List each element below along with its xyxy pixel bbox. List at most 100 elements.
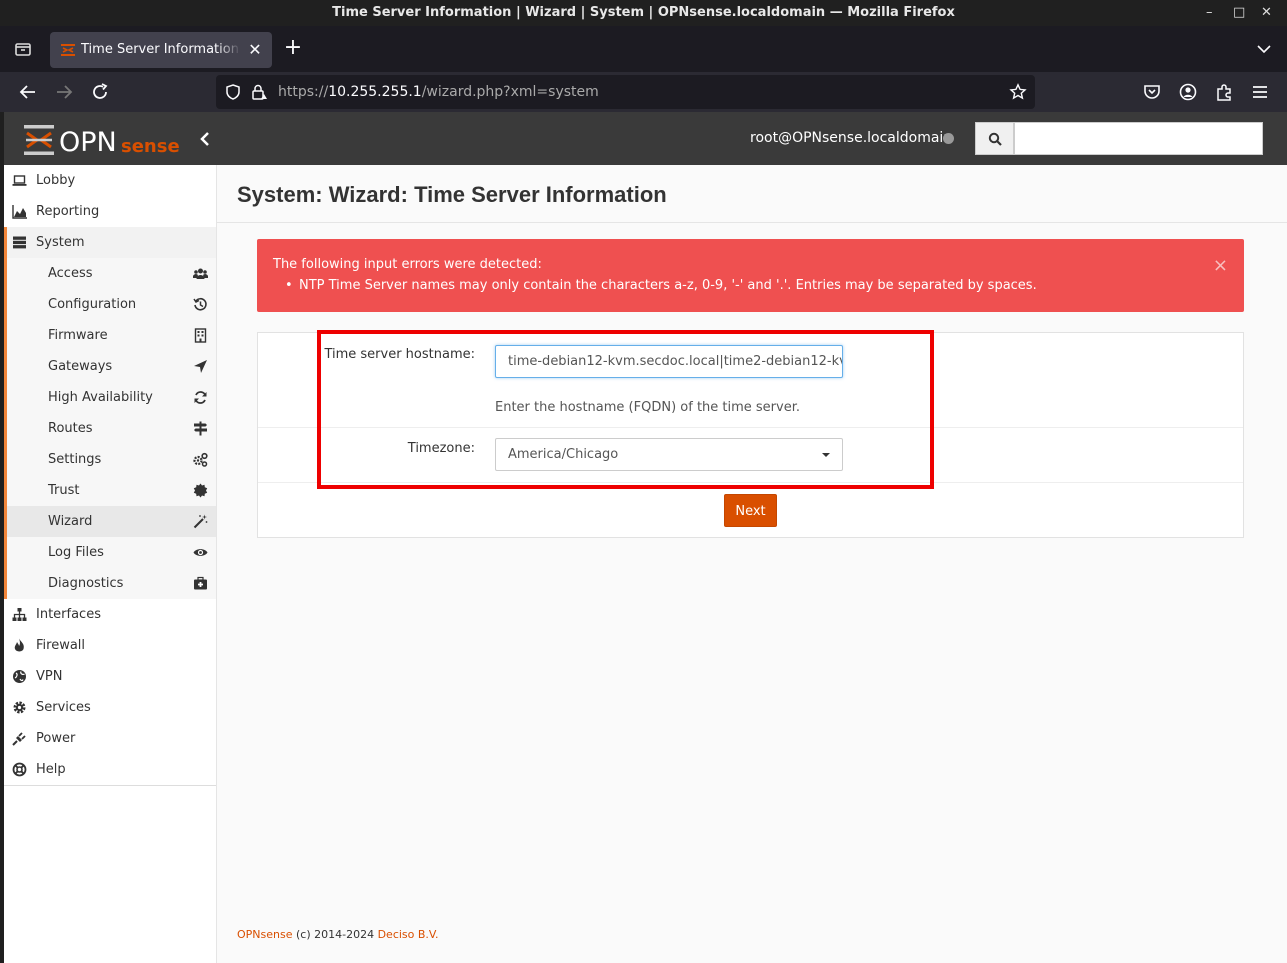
footer-brand-link[interactable]: OPNsense <box>237 928 293 941</box>
tab-list-icon[interactable] <box>14 40 32 58</box>
medkit-icon <box>194 576 207 590</box>
cogs-icon <box>193 452 208 467</box>
back-arrow-icon[interactable] <box>17 81 39 103</box>
location-arrow-icon <box>194 360 207 373</box>
alert-close-icon[interactable]: × <box>1213 255 1228 276</box>
history-icon <box>193 297 207 311</box>
plug-icon <box>12 732 26 746</box>
page-title: System: Wizard: Time Server Information <box>237 182 667 207</box>
sidebar-item-services[interactable]: Services <box>4 692 216 723</box>
opnsense-favicon-icon <box>61 44 75 56</box>
reload-icon[interactable] <box>89 81 111 103</box>
url-text[interactable]: https://10.255.255.1/wizard.php?xml=syst… <box>278 75 599 109</box>
timezone-select[interactable]: America/Chicago <box>495 438 843 471</box>
hostname-input[interactable]: time-debian12-kvm.secdoc.local|time2-deb… <box>495 345 843 378</box>
hostname-label: Time server hostname: <box>324 347 475 362</box>
globe-icon <box>13 670 26 683</box>
sidebar-item-diagnostics[interactable]: Diagnostics <box>4 568 216 599</box>
pocket-icon[interactable] <box>1141 81 1163 103</box>
new-tab-button[interactable]: + <box>282 37 304 60</box>
chevron-down-icon[interactable] <box>1255 40 1273 58</box>
page-title-bar: System: Wizard: Time Server Information <box>217 165 1287 223</box>
sitemap-icon <box>12 608 27 621</box>
sidebar-divider <box>4 785 216 786</box>
cog-icon <box>13 701 26 714</box>
logged-in-user[interactable]: root@OPNsense.localdomain <box>750 112 952 165</box>
alert-bullet: • <box>285 278 293 293</box>
area-chart-icon <box>12 205 27 219</box>
bookmark-star-icon[interactable] <box>1009 83 1027 101</box>
navigation-toolbar: https://10.255.255.1/wizard.php?xml=syst… <box>0 72 1287 112</box>
maximize-button[interactable]: □ <box>1233 0 1245 26</box>
svg-text:sense: sense <box>121 136 179 156</box>
url-bar[interactable]: https://10.255.255.1/wizard.php?xml=syst… <box>216 75 1035 109</box>
footer: OPNsense (c) 2014-2024 Deciso B.V. <box>237 928 439 941</box>
sidebar-item-settings[interactable]: Settings <box>4 444 216 475</box>
next-button[interactable]: Next <box>724 494 777 527</box>
alert-heading: The following input errors were detected… <box>273 257 542 272</box>
error-alert: The following input errors were detected… <box>257 239 1244 312</box>
browser-tab[interactable]: Time Server Information | Wizard | Syste… <box>50 32 272 68</box>
alert-message: NTP Time Server names may only contain t… <box>299 278 1037 293</box>
window-title: Time Server Information | Wizard | Syste… <box>332 5 955 20</box>
tab-close-icon[interactable]: ✕ <box>246 41 264 59</box>
minimize-button[interactable]: – <box>1206 0 1213 26</box>
sidebar-item-configuration[interactable]: Configuration <box>4 289 216 320</box>
footer-company-link[interactable]: Deciso B.V. <box>378 928 439 941</box>
account-icon[interactable] <box>1177 81 1199 103</box>
footer-copyright: (c) 2014-2024 <box>292 928 378 941</box>
svg-text:OPN: OPN <box>59 127 117 156</box>
fire-icon <box>14 638 24 652</box>
opnsense-logo[interactable]: OPN sense <box>24 124 179 156</box>
caret-down-icon <box>822 453 830 457</box>
sidebar-item-help[interactable]: Help <box>4 754 216 785</box>
hamburger-menu-icon[interactable] <box>1249 81 1271 103</box>
laptop-icon <box>12 175 27 186</box>
extensions-icon[interactable] <box>1213 81 1235 103</box>
hostname-row: Time server hostname: time-debian12-kvm.… <box>258 333 1243 428</box>
forward-arrow-icon[interactable] <box>53 81 75 103</box>
sidebar-item-gateways[interactable]: Gateways <box>4 351 216 382</box>
sidebar-item-interfaces[interactable]: Interfaces <box>4 599 216 630</box>
timezone-row: Timezone: America/Chicago <box>258 428 1243 483</box>
life-ring-icon <box>12 762 27 777</box>
refresh-icon <box>194 391 207 404</box>
search-input[interactable] <box>1014 122 1263 155</box>
sidebar-item-routes[interactable]: Routes <box>4 413 216 444</box>
sidebar-item-vpn[interactable]: VPN <box>4 661 216 692</box>
wizard-form: Time server hostname: time-debian12-kvm.… <box>257 332 1244 538</box>
opnsense-header: OPN sense root@OPNsense.localdomain <box>4 112 1287 165</box>
sidebar-item-wizard[interactable]: Wizard <box>4 506 216 537</box>
search-icon <box>988 132 1002 146</box>
sidebar-item-high-availability[interactable]: High Availability <box>4 382 216 413</box>
sidebar-item-log-files[interactable]: Log Files <box>4 537 216 568</box>
sidebar: Lobby Reporting System Access Configurat… <box>4 165 217 963</box>
timezone-label: Timezone: <box>407 441 475 456</box>
magic-icon <box>193 514 208 529</box>
sidebar-item-trust[interactable]: Trust <box>4 475 216 506</box>
sidebar-item-reporting[interactable]: Reporting <box>4 196 216 227</box>
sidebar-item-firewall[interactable]: Firewall <box>4 630 216 661</box>
window-title-bar: Time Server Information | Wizard | Syste… <box>0 0 1287 26</box>
chevron-left-icon[interactable] <box>198 130 212 148</box>
eye-icon <box>193 549 208 556</box>
server-icon <box>13 236 26 249</box>
sidebar-item-system[interactable]: System <box>4 227 216 258</box>
tab-title: Time Server Information | Wizard | Syste… <box>81 42 241 57</box>
sidebar-item-access[interactable]: Access <box>4 258 216 289</box>
status-indicator <box>943 133 954 144</box>
tab-strip: Time Server Information | Wizard | Syste… <box>0 26 1287 72</box>
sidebar-item-firmware[interactable]: Firmware <box>4 320 216 351</box>
hostname-help: Enter the hostname (FQDN) of the time se… <box>495 400 800 415</box>
main-content: System: Wizard: Time Server Information … <box>217 165 1287 963</box>
timezone-value: America/Chicago <box>508 447 619 462</box>
users-icon <box>193 268 208 279</box>
sidebar-item-power[interactable]: Power <box>4 723 216 754</box>
certificate-icon <box>193 483 208 498</box>
shield-icon[interactable] <box>224 83 242 101</box>
building-icon <box>194 328 207 343</box>
search-button[interactable] <box>975 122 1014 155</box>
sidebar-item-lobby[interactable]: Lobby <box>4 165 216 196</box>
lock-warning-icon[interactable] <box>250 83 268 101</box>
close-window-button[interactable]: ✕ <box>1261 0 1272 26</box>
